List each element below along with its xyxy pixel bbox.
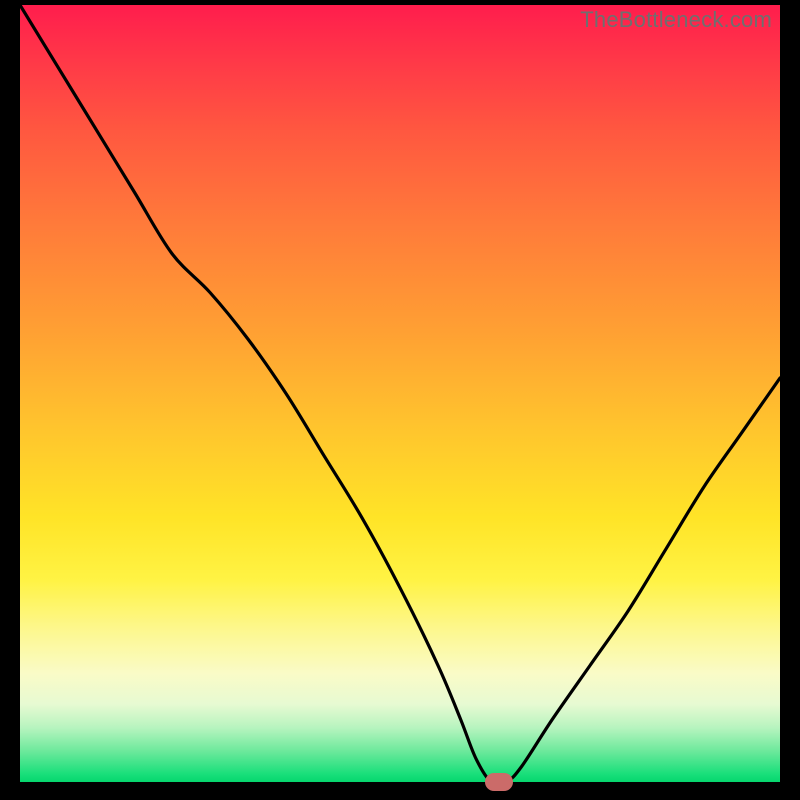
- curve-layer: [20, 5, 780, 782]
- plot-area: TheBottleneck.com: [20, 5, 780, 782]
- chart-frame: TheBottleneck.com: [0, 0, 800, 800]
- watermark-label: TheBottleneck.com: [580, 7, 772, 33]
- min-marker: [485, 773, 513, 791]
- bottleneck-curve: [20, 5, 780, 782]
